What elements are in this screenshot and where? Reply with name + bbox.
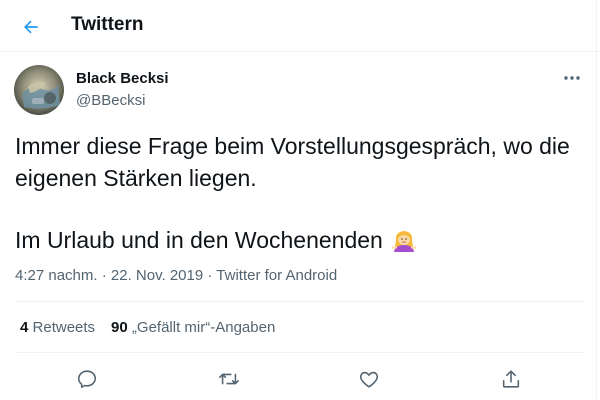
tweet-text-line: Immer diese Frage beim Vorstellungsgespr… [15,133,570,159]
tweet-stats: 4 Retweets 90 „Gefällt mir“-Angaben [20,318,275,338]
tweet-date[interactable]: 22. Nov. 2019 [111,267,203,284]
more-horizontal-icon [564,76,580,80]
author-handle[interactable]: @BBecksi [76,92,145,110]
like-icon [359,371,379,388]
user-avatar-photo [14,65,64,115]
retweets-stat[interactable]: 4 Retweets [20,318,95,338]
share-icon [502,370,520,388]
tweet-time[interactable]: 4:27 nachm. [15,267,98,284]
like-button[interactable] [354,364,384,394]
tweet-source[interactable]: Twitter for Android [216,267,337,284]
person-shrugging-emoji [391,227,417,261]
back-button[interactable] [14,10,48,44]
retweets-label: Retweets [32,319,96,336]
likes-label: „Gefällt mir“-Angaben [131,319,276,336]
column-border [596,0,597,400]
divider [15,301,584,302]
tweet-text-line: eigenen Stärken liegen. [15,165,257,191]
retweets-count: 4 [20,319,29,336]
tweet-text-line-with-emoji: Im Urlaub und in den Wochenenden [15,224,575,256]
share-button[interactable] [496,364,526,394]
page-title: Twittern [71,14,144,35]
arrow-left-icon [24,20,38,34]
author-display-name[interactable]: Black Becksi [76,70,169,88]
retweet-icon [219,373,239,385]
meta-separator: · [101,267,107,284]
likes-count: 90 [111,319,128,336]
tweet-text: Immer diese Frage beim Vorstellungsgespr… [15,130,575,256]
top-bar: Twittern [0,0,600,52]
more-options-button[interactable] [558,68,586,88]
tweet-meta: 4:27 nachm. · 22. Nov. 2019 · Twitter fo… [15,266,337,286]
avatar[interactable] [14,65,64,115]
likes-stat[interactable]: 90 „Gefällt mir“-Angaben [111,318,275,338]
reply-button[interactable] [72,364,102,394]
meta-separator: · [207,267,213,284]
retweet-button[interactable] [214,364,244,394]
reply-icon [77,370,97,389]
tweet-text-line: Im Urlaub und in den Wochenenden [15,227,383,253]
divider [15,352,584,353]
